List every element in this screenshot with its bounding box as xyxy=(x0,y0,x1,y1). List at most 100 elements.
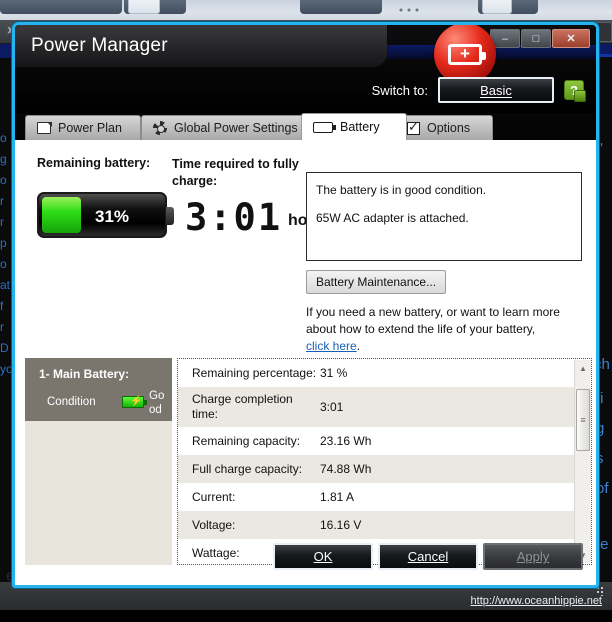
help-link-suffix: . xyxy=(357,339,360,353)
screenshot-root: o g o r r p o at f r D yo I' ch fi g s o… xyxy=(0,0,612,622)
table-row: Voltage: 16.16 V xyxy=(178,511,591,539)
tab-power-plan[interactable]: Power Plan xyxy=(25,115,141,140)
tab-label: Global Power Settings xyxy=(174,121,298,135)
bg-left-char: at xyxy=(0,275,12,296)
battery-plus-logo-icon: + xyxy=(434,23,496,85)
tab-strip: Power Plan Global Power Settings Battery… xyxy=(15,113,599,140)
row-value: 74.88 Wh xyxy=(320,457,591,481)
ok-label: OK xyxy=(314,549,333,564)
help-line-1: If you need a new battery, or want to le… xyxy=(306,304,586,321)
switch-to-basic-button[interactable]: Basic xyxy=(438,77,554,103)
click-here-link[interactable]: click here xyxy=(306,339,357,353)
tab-label: Power Plan xyxy=(58,121,122,135)
battery-icon xyxy=(313,122,333,133)
bg-left-char: r xyxy=(0,191,12,212)
close-button[interactable]: ✕ xyxy=(552,29,590,48)
tab-label: Options xyxy=(427,121,470,135)
tab-options[interactable]: Options xyxy=(395,115,493,140)
bg-left-char: r xyxy=(0,317,12,338)
bg-left-char: p xyxy=(0,233,12,254)
power-manager-window: Power Manager – □ ✕ + Switch to: Basic ? xyxy=(12,22,599,588)
table-row: Remaining capacity: 23.16 Wh xyxy=(178,427,591,455)
ok-button[interactable]: OK xyxy=(273,543,373,570)
tab-battery[interactable]: Battery xyxy=(301,113,407,140)
row-value: 1.81 A xyxy=(320,485,591,509)
row-key: Voltage: xyxy=(178,513,320,538)
bg-left-char: f xyxy=(0,296,12,317)
help-line-2: about how to extend the life of your bat… xyxy=(306,321,586,338)
battery-name: 1- Main Battery: xyxy=(39,367,129,381)
tab-global-power-settings[interactable]: Global Power Settings xyxy=(141,115,314,140)
row-key: Full charge capacity: xyxy=(178,457,320,482)
tab-overflow-dots-icon[interactable] xyxy=(398,8,420,13)
bg-left-char: o xyxy=(0,170,12,191)
battery-list-sidebar: 1- Main Battery: Condition ⚡ Good xyxy=(25,358,172,565)
chevron-up-icon[interactable]: ▲ xyxy=(575,360,591,376)
battery-status-info-box: The battery is in good condition. 65W AC… xyxy=(306,172,582,261)
bolt-glyph: ⚡ xyxy=(130,396,142,407)
info-line: The battery is in good condition. xyxy=(316,180,572,200)
table-row: Remaining percentage: 31 % xyxy=(178,359,591,387)
battery-gauge-fill xyxy=(42,197,81,233)
battery-charging-icon: ⚡ xyxy=(122,396,144,408)
time-required-label: Time required to fully charge: xyxy=(172,156,300,190)
window-title: Power Manager xyxy=(31,35,168,57)
battery-list-item-main[interactable]: 1- Main Battery: Condition ⚡ Good xyxy=(25,358,172,421)
table-scrollbar[interactable]: ▲ ≡ ▼ xyxy=(574,360,590,563)
row-value: 31 % xyxy=(320,361,591,385)
background-left-text-column: o g o r r p o at f r D yo xyxy=(0,128,12,538)
tab-label: Battery xyxy=(340,120,380,134)
help-glyph: ? xyxy=(570,83,578,98)
row-key: Remaining capacity: xyxy=(178,429,320,454)
battery-percent-text: 31% xyxy=(95,207,129,227)
checkbox-icon xyxy=(407,122,420,135)
scrollbar-thumb[interactable]: ≡ xyxy=(576,389,590,451)
browser-tab-active[interactable] xyxy=(482,0,512,14)
apply-button: Apply xyxy=(483,543,583,570)
battery-gauge: 31% xyxy=(37,192,167,238)
table-row: Charge completion time: 3:01 xyxy=(178,387,591,427)
browser-tab[interactable] xyxy=(300,0,382,14)
window-controls: – □ ✕ xyxy=(490,29,590,48)
dialog-footer: OK Cancel Apply xyxy=(15,571,599,588)
cancel-button[interactable]: Cancel xyxy=(378,543,478,570)
condition-label: Condition xyxy=(47,396,96,408)
row-value: 16.16 V xyxy=(320,513,591,537)
info-line: 65W AC adapter is attached. xyxy=(316,208,572,228)
row-key: Remaining percentage: xyxy=(178,361,320,386)
info-spacer xyxy=(316,200,572,208)
row-key: Current: xyxy=(178,485,320,510)
table-rows-container: Remaining percentage: 31 % Charge comple… xyxy=(178,359,591,565)
table-row: Current: 1.81 A xyxy=(178,483,591,511)
gear-icon xyxy=(153,121,167,135)
switch-to-basic-label: Basic xyxy=(480,83,512,98)
cancel-label: Cancel xyxy=(408,549,448,564)
switch-to-label: Switch to: xyxy=(372,83,428,98)
remaining-battery-label: Remaining battery: xyxy=(37,156,150,170)
bg-left-char: g xyxy=(0,149,12,170)
watermark-url: http://www.oceanhippie.net xyxy=(471,595,602,607)
help-question-icon[interactable]: ? xyxy=(564,80,584,100)
bg-left-char: yo xyxy=(0,359,12,380)
battery-details-table: Remaining percentage: 31 % Charge comple… xyxy=(177,358,592,565)
battery-details-panel: 1- Main Battery: Condition ⚡ Good Remain… xyxy=(25,358,592,565)
apply-label: Apply xyxy=(517,549,550,564)
page-icon xyxy=(37,122,51,134)
battery-maintenance-label: Battery Maintenance... xyxy=(316,275,436,289)
bg-left-char: r xyxy=(0,212,12,233)
row-value: 23.16 Wh xyxy=(320,429,591,453)
table-row: Full charge capacity: 74.88 Wh xyxy=(178,455,591,483)
battery-tab-content: Remaining battery: Time required to full… xyxy=(15,140,599,588)
row-key: Charge completion time: xyxy=(178,387,320,427)
bg-left-char: o xyxy=(0,128,12,149)
battery-maintenance-button[interactable]: Battery Maintenance... xyxy=(306,270,446,294)
bg-left-char: D xyxy=(0,338,12,359)
switch-mode-row: Switch to: Basic ? xyxy=(372,77,584,103)
maximize-button[interactable]: □ xyxy=(521,29,551,48)
charge-time-display: 3:01 xyxy=(185,196,282,239)
condition-value: Good xyxy=(149,389,169,417)
logo-battery-shape: + xyxy=(448,44,482,65)
browser-tab[interactable] xyxy=(0,0,122,14)
browser-tab-active[interactable] xyxy=(128,0,160,14)
battery-help-paragraph: If you need a new battery, or want to le… xyxy=(306,304,586,355)
